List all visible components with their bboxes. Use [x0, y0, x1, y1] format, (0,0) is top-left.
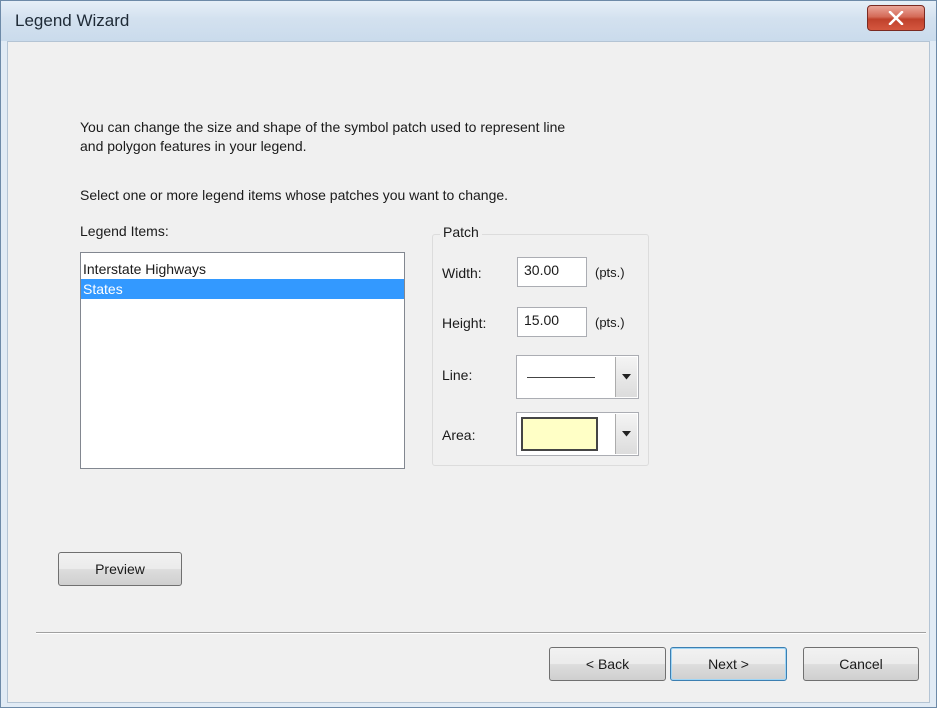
- intro-text-line-2: and polygon features in your legend.: [80, 138, 307, 154]
- line-symbol-swatch: [527, 377, 595, 378]
- legend-item-states[interactable]: States: [81, 279, 404, 299]
- window-title: Legend Wizard: [15, 11, 130, 30]
- line-label: Line:: [442, 367, 473, 383]
- width-input[interactable]: 30.00: [517, 257, 587, 287]
- legend-items-label: Legend Items:: [80, 223, 169, 239]
- select-instruction: Select one or more legend items whose pa…: [80, 187, 509, 203]
- area-symbol-swatch: [521, 417, 598, 451]
- height-unit: (pts.): [595, 315, 625, 330]
- legend-wizard-window: Legend Wizard You can change the size an…: [0, 0, 937, 708]
- close-x-icon: [888, 11, 904, 25]
- footer-separator: [36, 632, 926, 634]
- dialog-client-area: You can change the size and shape of the…: [7, 41, 930, 703]
- next-button[interactable]: Next >: [670, 647, 787, 681]
- close-button[interactable]: [867, 5, 925, 31]
- area-symbol-dropdown[interactable]: [516, 412, 639, 456]
- width-label: Width:: [442, 265, 482, 281]
- chevron-down-icon: [622, 431, 631, 437]
- line-dropdown-arrow[interactable]: [615, 357, 637, 397]
- legend-item-interstate-highways[interactable]: Interstate Highways: [81, 259, 404, 279]
- preview-button[interactable]: Preview: [58, 552, 182, 586]
- patch-group-label: Patch: [440, 224, 482, 240]
- intro-text: You can change the size and shape of the…: [80, 118, 720, 156]
- legend-items-list[interactable]: Interstate Highways States: [80, 252, 405, 469]
- intro-text-line-1: You can change the size and shape of the…: [80, 119, 566, 135]
- height-input[interactable]: 15.00: [517, 307, 587, 337]
- cancel-button[interactable]: Cancel: [803, 647, 919, 681]
- area-dropdown-arrow[interactable]: [615, 414, 637, 454]
- area-label: Area:: [442, 427, 476, 443]
- title-bar: Legend Wizard: [1, 1, 936, 41]
- chevron-down-icon: [622, 374, 631, 380]
- height-label: Height:: [442, 315, 487, 331]
- line-symbol-dropdown[interactable]: [516, 355, 639, 399]
- back-button[interactable]: < Back: [549, 647, 666, 681]
- width-unit: (pts.): [595, 265, 625, 280]
